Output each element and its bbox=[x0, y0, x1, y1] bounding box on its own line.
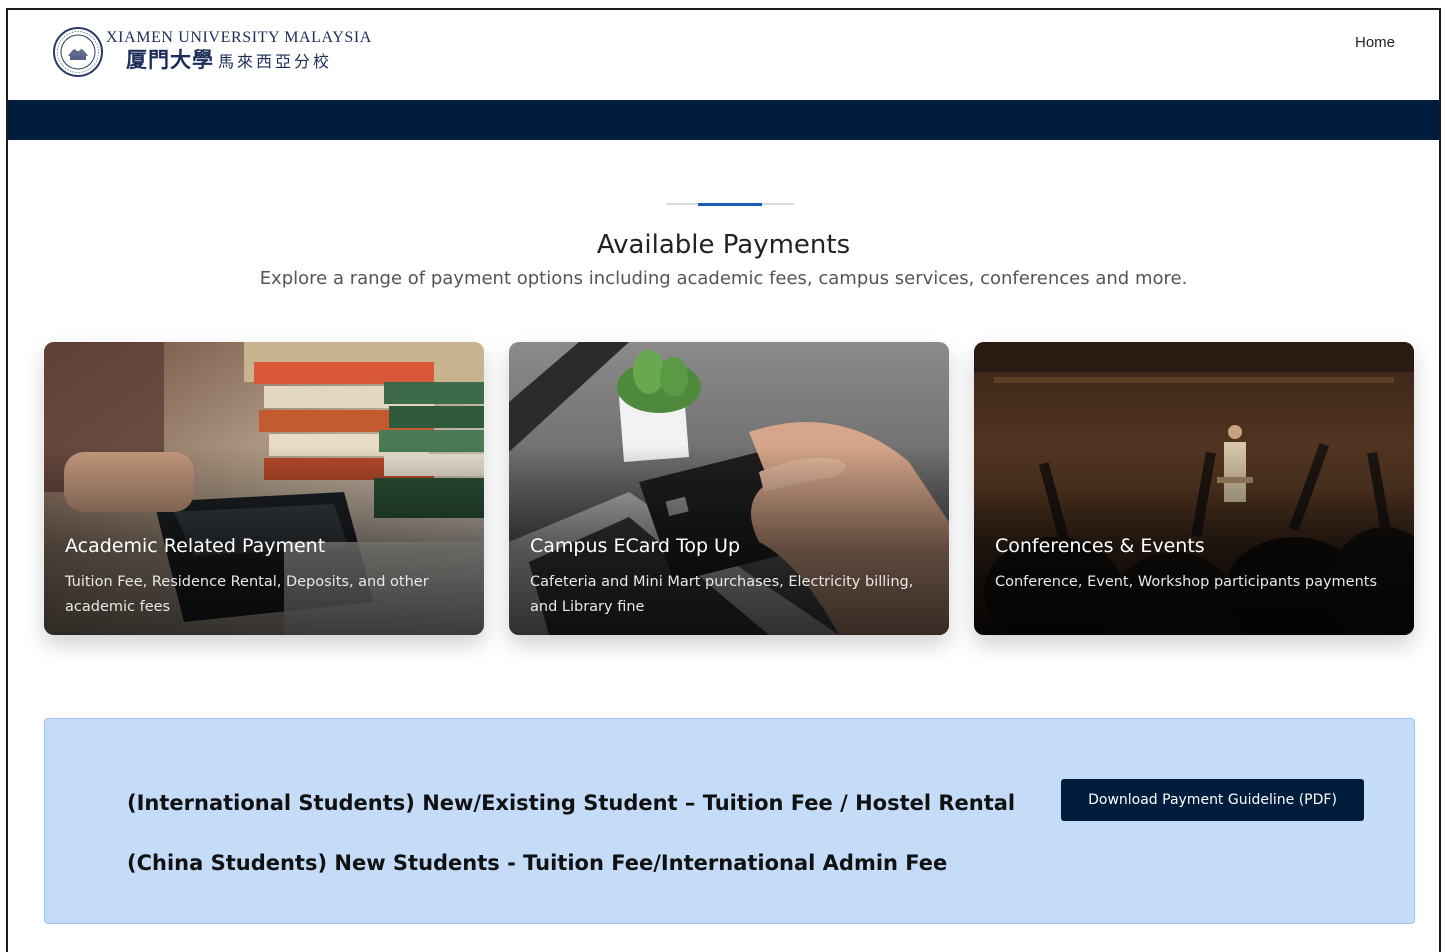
payment-info-panel: (International Students) New/Existing St… bbox=[44, 718, 1415, 924]
page-frame: XIAMEN UNIVERSITY MALAYSIA 厦門大學 馬來西亞分校 Ho… bbox=[6, 8, 1441, 952]
section-divider bbox=[666, 202, 794, 206]
nav-home-link[interactable]: Home bbox=[1355, 34, 1395, 51]
university-seal-icon bbox=[53, 27, 103, 77]
card-academic-payment[interactable]: Academic Related Payment Tuition Fee, Re… bbox=[44, 342, 484, 635]
card-title: Academic Related Payment bbox=[65, 535, 326, 557]
logo-name-chinese: 厦門大學 馬來西亞分校 bbox=[126, 47, 372, 75]
header-band bbox=[8, 100, 1439, 140]
card-description: Conference, Event, Workshop participants… bbox=[995, 574, 1378, 590]
logo-name-english: XIAMEN UNIVERSITY MALAYSIA bbox=[106, 29, 372, 46]
logo-name-chinese-main: 厦門大學 bbox=[126, 47, 214, 72]
card-title: Campus ECard Top Up bbox=[530, 535, 741, 557]
card-title: Conferences & Events bbox=[995, 535, 1205, 557]
international-students-link[interactable]: (International Students) New/Existing St… bbox=[127, 791, 1015, 815]
card-description: Cafeteria and Mini Mart purchases, Elect… bbox=[530, 574, 914, 615]
section-subtitle: Explore a range of payment options inclu… bbox=[259, 268, 1188, 289]
card-campus-ecard[interactable]: Campus ECard Top Up Cafeteria and Mini M… bbox=[509, 342, 949, 635]
china-students-link[interactable]: (China Students) New Students - Tuition … bbox=[127, 851, 947, 875]
section-title: Available Payments bbox=[596, 230, 851, 260]
card-description: Tuition Fee, Residence Rental, Deposits,… bbox=[65, 574, 429, 615]
section-divider-accent bbox=[698, 202, 762, 206]
card-conferences-events[interactable]: Conferences & Events Conference, Event, … bbox=[974, 342, 1414, 635]
logo-name-chinese-sub: 馬來西亞分校 bbox=[218, 52, 333, 71]
download-guideline-button[interactable]: Download Payment Guideline (PDF) bbox=[1061, 779, 1364, 821]
university-logo[interactable]: XIAMEN UNIVERSITY MALAYSIA 厦門大學 馬來西亞分校 bbox=[52, 24, 382, 80]
site-header: XIAMEN UNIVERSITY MALAYSIA 厦門大學 馬來西亞分校 Ho… bbox=[8, 10, 1439, 100]
